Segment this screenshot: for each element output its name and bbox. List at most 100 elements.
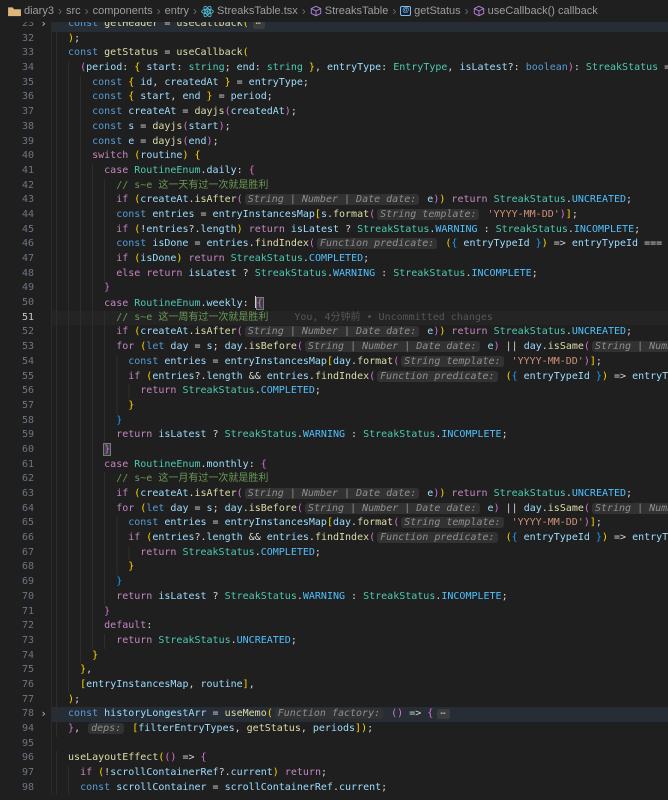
code-line[interactable]: 55if (entries?.length && entries.findInd… <box>0 370 668 385</box>
code-token: entries <box>152 209 194 220</box>
code-token: || <box>500 341 524 352</box>
code-token: INCOMPLETE <box>441 429 501 440</box>
code-line[interactable]: 56return StreakStatus.COMPLETED; <box>0 384 668 399</box>
code-line[interactable]: 67return StreakStatus.COMPLETED; <box>0 546 668 561</box>
code-line[interactable]: 71} <box>0 605 668 620</box>
code-line[interactable]: 95 <box>0 737 668 752</box>
code-line-content: const entries = entryInstancesMap[day.fo… <box>51 355 668 370</box>
code-token: => <box>176 752 200 763</box>
code-line[interactable]: 33const getStatus = useCallback( <box>0 46 668 61</box>
indent-guides <box>56 634 116 649</box>
code-line[interactable]: 94}, deps: [filterEntryTypes, getStatus,… <box>0 722 668 737</box>
code-line[interactable]: 61case RoutineEnum.monthly: { <box>0 458 668 473</box>
code-line[interactable]: 42// s~e 这一天有过一次就是胜利 <box>0 179 668 194</box>
code-line[interactable]: 38const s = dayjs(start); <box>0 120 668 135</box>
code-token: : <box>478 224 496 235</box>
code-editor[interactable]: 23›const getHeader = useCallback(⋯32);33… <box>0 22 668 800</box>
breadcrumb-item-usecallback-callback[interactable]: useCallback() callback <box>473 5 598 17</box>
code-line[interactable]: 62// s~e 这一月有过一次就是胜利 <box>0 472 668 487</box>
code-token: ( <box>237 194 243 205</box>
code-line[interactable]: 59return isLatest ? StreakStatus.WARNING… <box>0 428 668 443</box>
code-line[interactable]: 32); <box>0 32 668 47</box>
breadcrumb-item-entry[interactable]: entry <box>165 5 189 17</box>
code-line[interactable]: 64for (let day = s; day.isBefore(String … <box>0 502 668 517</box>
code-line[interactable]: 41case RoutineEnum.daily: { <box>0 164 668 179</box>
code-line[interactable]: 58} <box>0 414 668 429</box>
code-line[interactable]: 98const scrollContainer = scrollContaine… <box>0 781 668 796</box>
gutter-line-number: 41 <box>0 164 36 179</box>
gutter-line-number: 71 <box>0 605 36 620</box>
code-line[interactable]: 45if (!entries?.length) return isLatest … <box>0 223 668 238</box>
code-line[interactable]: 69} <box>0 575 668 590</box>
code-token: ( <box>584 503 590 514</box>
code-line[interactable]: 75}, <box>0 663 668 678</box>
indent-guides <box>56 472 116 487</box>
breadcrumb-item-getstatus[interactable]: @getStatus <box>400 5 460 17</box>
code-line[interactable]: 72default: <box>0 619 668 634</box>
code-token: , <box>86 664 92 675</box>
code-line[interactable]: 65const entries = entryInstancesMap[day.… <box>0 516 668 531</box>
code-line[interactable]: 73return StreakStatus.UNCREATED; <box>0 634 668 649</box>
code-line[interactable]: 37const createAt = dayjs(createdAt); <box>0 105 668 120</box>
code-line[interactable]: 53for (let day = s; day.isBefore(String … <box>0 340 668 355</box>
folded-code-ellipsis[interactable]: ⋯ <box>253 22 265 29</box>
code-line[interactable]: 60} <box>0 443 668 458</box>
code-token: WARNING <box>303 591 345 602</box>
breadcrumb-item-components[interactable]: components <box>93 5 153 17</box>
gutter-line-number: 55 <box>0 370 36 385</box>
code-line[interactable]: 40switch (routine) { <box>0 149 668 164</box>
code-line[interactable]: 48else return isLatest ? StreakStatus.WA… <box>0 267 668 282</box>
code-line[interactable]: 39const e = dayjs(end); <box>0 135 668 150</box>
code-line-content: const getStatus = useCallback( <box>51 46 668 61</box>
code-line[interactable]: 68} <box>0 560 668 575</box>
code-line[interactable]: 96useLayoutEffect(() => { <box>0 751 668 766</box>
code-line[interactable]: 63if (createAt.isAfter(String | Number |… <box>0 487 668 502</box>
code-line[interactable]: 57} <box>0 399 668 414</box>
gutter-line-number: 54 <box>0 355 36 370</box>
fold-chevron-icon[interactable]: › <box>36 707 51 722</box>
code-line[interactable]: 47if (isDone) return StreakStatus.COMPLE… <box>0 252 668 267</box>
code-line[interactable]: 36const { start, end } = period; <box>0 90 668 105</box>
code-line[interactable]: 35const { id, createdAt } = entryType; <box>0 76 668 91</box>
code-line[interactable]: 66if (entries?.length && entries.findInd… <box>0 531 668 546</box>
indent-guides <box>56 46 68 61</box>
code-token: ; <box>363 253 369 264</box>
code-line[interactable]: 44const entries = entryInstancesMap[s.fo… <box>0 208 668 223</box>
code-line[interactable]: 74} <box>0 649 668 664</box>
breadcrumb-item-streakstable-tsx[interactable]: StreaksTable.tsx <box>201 5 298 18</box>
fold-column <box>36 179 51 194</box>
code-line[interactable]: 50case RoutineEnum.weekly: { <box>0 296 668 311</box>
code-line[interactable]: 46const isDone = entries.findIndex(Funct… <box>0 237 668 252</box>
fold-column <box>36 252 51 267</box>
code-line[interactable]: 52if (createAt.isAfter(String | Number |… <box>0 325 668 340</box>
fold-chevron-icon[interactable]: › <box>36 22 51 32</box>
code-token: useLayoutEffect <box>68 752 158 763</box>
code-line[interactable]: 77); <box>0 693 668 708</box>
code-line[interactable]: 78›const historyLongestArr = useMemo(Fun… <box>0 707 668 722</box>
code-line[interactable]: 70return isLatest ? StreakStatus.WARNING… <box>0 590 668 605</box>
code-token: length <box>207 532 243 543</box>
folded-code-ellipsis[interactable]: ⋯ <box>437 709 449 719</box>
breadcrumb-item-streakstable[interactable]: StreaksTable <box>310 5 389 17</box>
indent-guides <box>56 370 128 385</box>
code-line[interactable]: 76[entryInstancesMap, routine], <box>0 678 668 693</box>
breadcrumb-label: components <box>93 5 153 17</box>
code-line[interactable]: 51// s~e 这一周有过一次就是胜利You, 4分钟前 • Uncommit… <box>0 311 668 326</box>
code-line[interactable]: 23›const getHeader = useCallback(⋯ <box>0 22 668 32</box>
fold-column <box>36 634 51 649</box>
indent-guides <box>56 90 92 105</box>
breadcrumb-item-diary3[interactable]: diary3 <box>8 5 54 17</box>
code-line[interactable]: 49} <box>0 281 668 296</box>
code-line[interactable]: 34(period: { start: string; end: string … <box>0 61 668 76</box>
code-line[interactable]: 54 const entries = entryInstancesMap[day.… <box>0 355 668 370</box>
code-token: daily <box>207 165 237 176</box>
indent-guides <box>56 105 92 120</box>
fold-column <box>36 605 51 620</box>
fold-column <box>36 340 51 355</box>
code-token: format <box>357 356 393 367</box>
breadcrumb-item-src[interactable]: src <box>66 5 81 17</box>
code-line-content: const e = dayjs(end); <box>51 135 668 150</box>
code-line[interactable]: 43if (createAt.isAfter(String | Number |… <box>0 193 668 208</box>
code-token: historyLongestArr <box>104 708 206 719</box>
code-line[interactable]: 97if (!scrollContainerRef?.current) retu… <box>0 766 668 781</box>
